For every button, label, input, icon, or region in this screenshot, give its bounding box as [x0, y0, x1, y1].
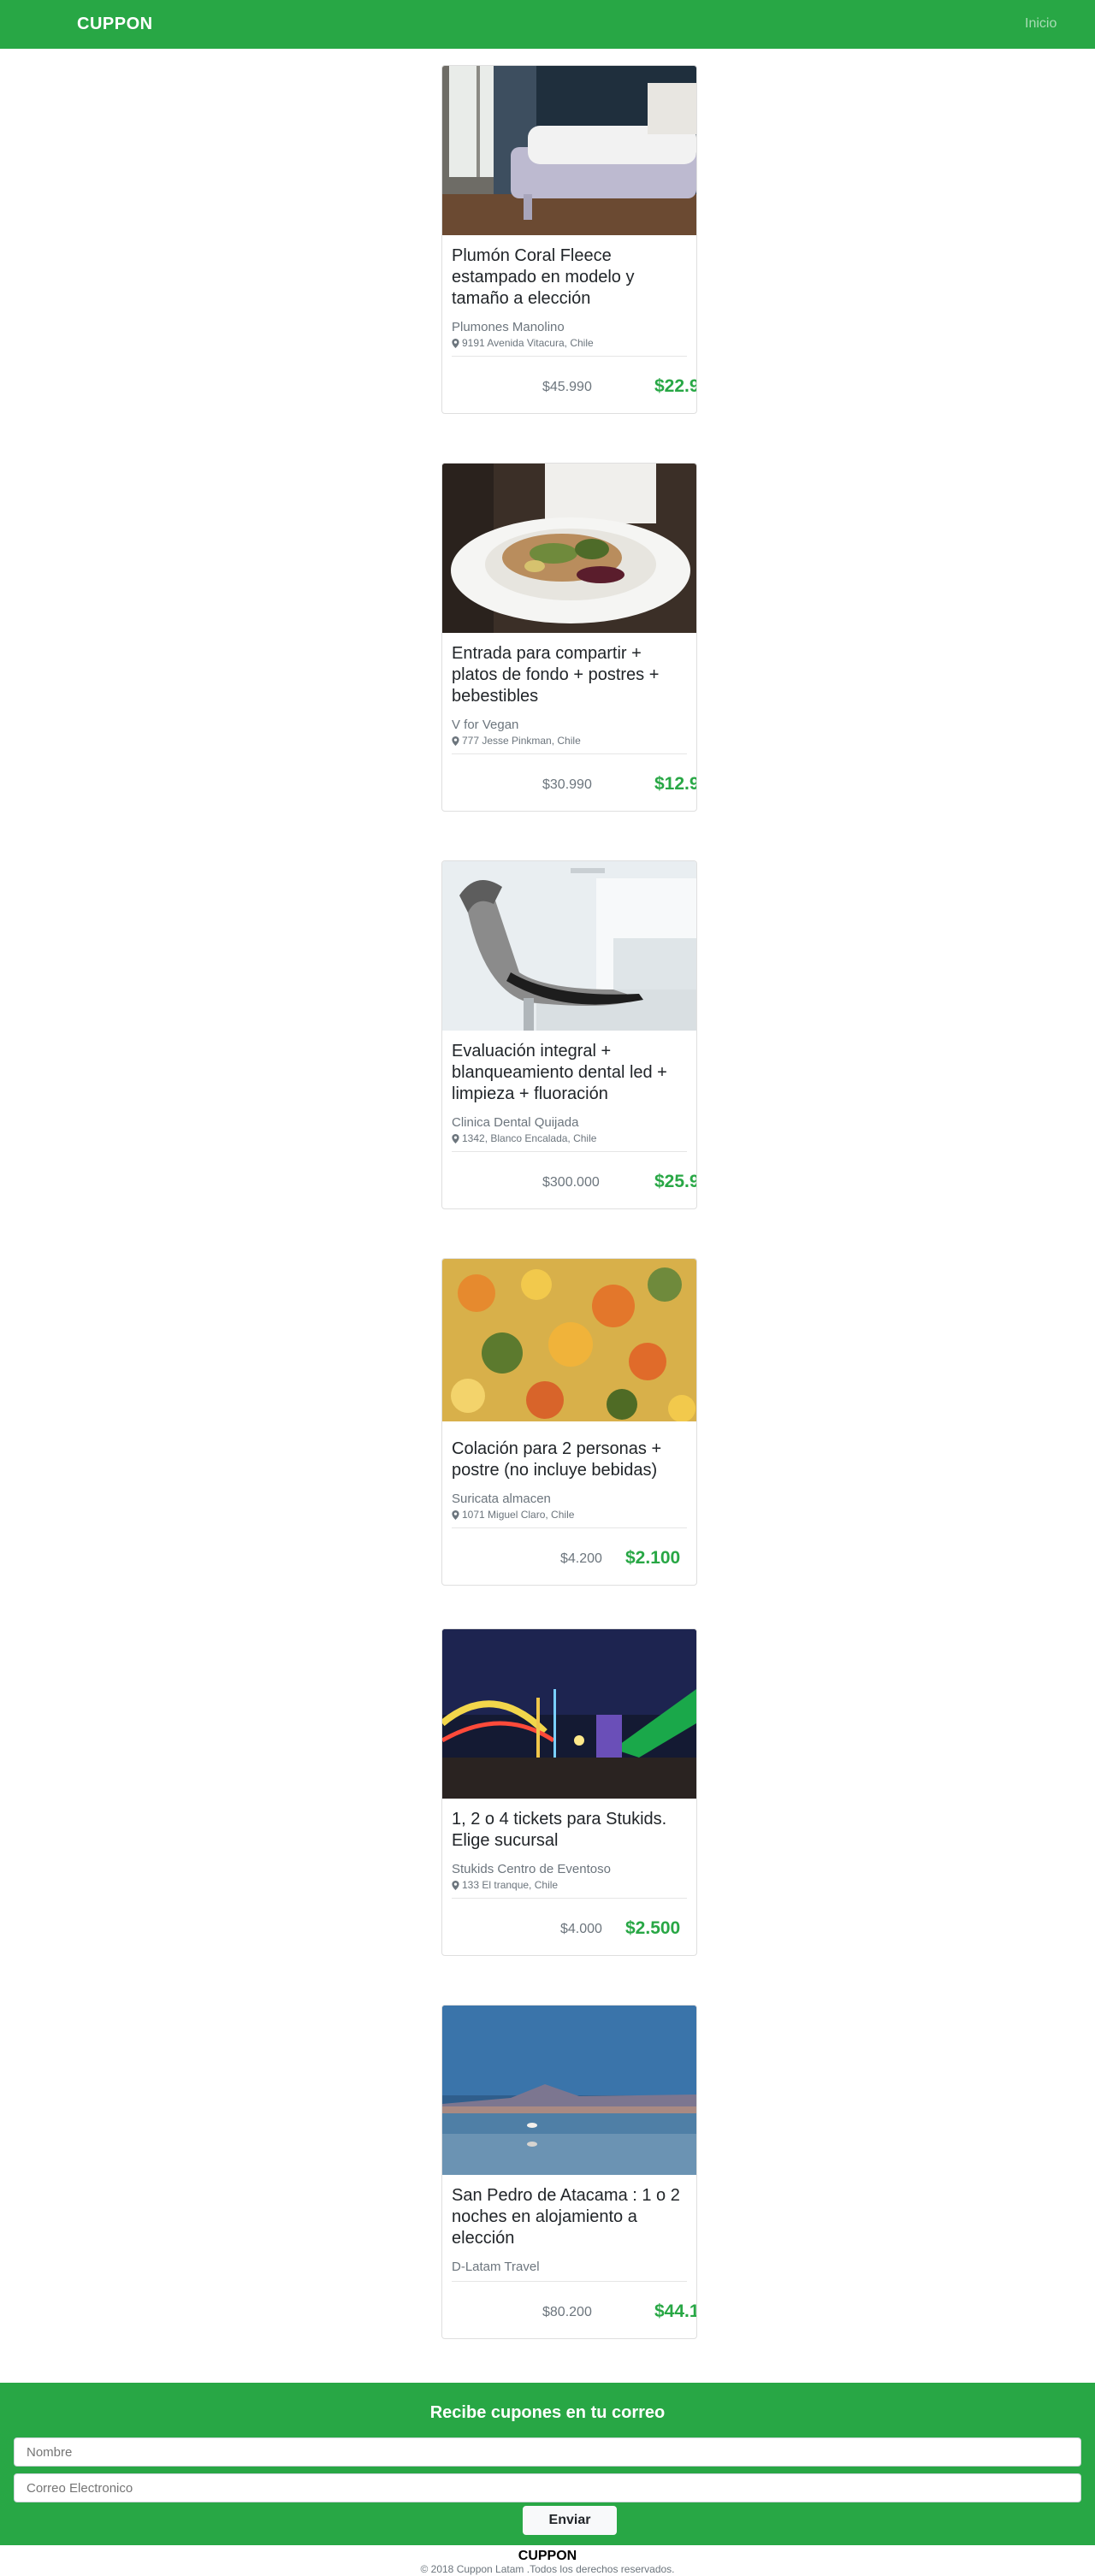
deal-title[interactable]: Entrada para compartir + platos de fondo…	[452, 643, 687, 707]
deal-title[interactable]: Evaluación integral + blanqueamiento den…	[452, 1041, 687, 1105]
price-row: $4.000 $2.500	[452, 1899, 687, 1955]
deal-card[interactable]: San Pedro de Atacama : 1 o 2 noches en a…	[441, 2005, 697, 2339]
deal-card[interactable]: Colación para 2 personas + postre (no in…	[441, 1258, 697, 1586]
deal-address: 133 El tranque, Chile	[452, 1879, 687, 1891]
merchant-name: V for Vegan	[452, 718, 519, 732]
map-marker-icon	[452, 1510, 459, 1520]
deal-title[interactable]: San Pedro de Atacama : 1 o 2 noches en a…	[452, 2185, 687, 2249]
deal-image[interactable]	[442, 66, 696, 235]
old-price: $80.200	[542, 2305, 592, 2319]
price-row: $45.990 $22.990	[452, 357, 696, 413]
name-input[interactable]	[14, 2437, 1081, 2467]
map-marker-icon	[452, 338, 459, 348]
deal-image[interactable]	[442, 2006, 696, 2175]
send-button[interactable]: Enviar	[523, 2506, 617, 2535]
deal-title[interactable]: Plumón Coral Fleece estampado en modelo …	[452, 245, 687, 310]
old-price: $4.200	[560, 1551, 602, 1566]
merchant-name: Clinica Dental Quijada	[452, 1115, 579, 1130]
deal-address: 9191 Avenida Vitacura, Chile	[452, 337, 687, 349]
price-row: $4.200 $2.100	[452, 1528, 687, 1585]
address-text: 777 Jesse Pinkman, Chile	[462, 735, 581, 747]
merchant-name: Suricata almacen	[452, 1492, 551, 1506]
address-text: 1342, Blanco Encalada, Chile	[462, 1132, 597, 1144]
deal-image[interactable]	[442, 861, 696, 1031]
map-marker-icon	[452, 1133, 459, 1143]
merchant-name: Stukids Centro de Eventoso	[452, 1862, 611, 1876]
old-price: $300.000	[542, 1175, 600, 1190]
address-text: 133 El tranque, Chile	[462, 1879, 559, 1891]
new-price: $12.990	[654, 774, 696, 794]
deal-image[interactable]	[442, 1629, 696, 1799]
nav-link-inicio[interactable]: Inicio	[1025, 16, 1057, 32]
map-marker-icon	[452, 1880, 459, 1890]
address-text: 9191 Avenida Vitacura, Chile	[462, 337, 594, 349]
deal-title[interactable]: 1, 2 o 4 tickets para Stukids. Elige suc…	[452, 1809, 687, 1852]
new-price: $44.100	[654, 2301, 696, 2321]
email-input[interactable]	[14, 2473, 1081, 2502]
price-row: $80.200 $44.100	[452, 2282, 696, 2338]
deal-card[interactable]: Entrada para compartir + platos de fondo…	[441, 463, 697, 812]
old-price: $30.990	[542, 777, 592, 792]
deal-card[interactable]: Evaluación integral + blanqueamiento den…	[441, 860, 697, 1209]
new-price: $2.100	[625, 1548, 681, 1568]
deal-image[interactable]	[442, 464, 696, 633]
old-price: $45.990	[542, 380, 592, 394]
deal-address: 777 Jesse Pinkman, Chile	[452, 735, 687, 747]
deal-address: 1071 Miguel Claro, Chile	[452, 1509, 687, 1521]
address-text: 1071 Miguel Claro, Chile	[462, 1509, 575, 1521]
deal-card[interactable]: 1, 2 o 4 tickets para Stukids. Elige suc…	[441, 1628, 697, 1956]
deal-title[interactable]: Colación para 2 personas + postre (no in…	[452, 1439, 687, 1481]
deal-address: 1342, Blanco Encalada, Chile	[452, 1132, 687, 1144]
navbar-brand[interactable]: CUPPON	[77, 15, 153, 34]
map-marker-icon	[452, 736, 459, 746]
footer-copyright: © 2018 Cuppon Latam .Todos los derechos …	[420, 2563, 675, 2575]
merchant-name: Plumones Manolino	[452, 320, 565, 334]
new-price: $25.990	[654, 1172, 696, 1191]
old-price: $4.000	[560, 1922, 602, 1936]
price-row: $300.000 $25.990	[452, 1152, 696, 1208]
deal-image[interactable]	[442, 1259, 696, 1428]
new-price: $22.990	[654, 376, 696, 396]
price-row: $30.990 $12.990	[452, 754, 696, 811]
new-price: $2.500	[625, 1918, 681, 1938]
navbar: CUPPON Inicio	[0, 0, 1095, 49]
merchant-name: D-Latam Travel	[452, 2260, 540, 2274]
newsletter-title: Recibe cupones en tu correo	[429, 2403, 666, 2422]
footer-brand: CUPPON	[518, 2549, 577, 2563]
deal-card[interactable]: Plumón Coral Fleece estampado en modelo …	[441, 65, 697, 414]
